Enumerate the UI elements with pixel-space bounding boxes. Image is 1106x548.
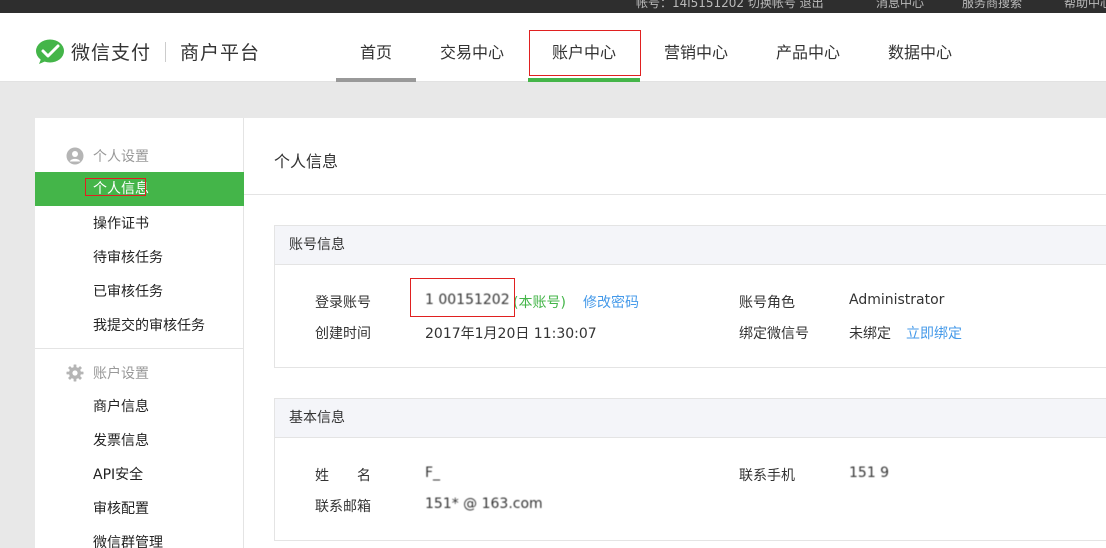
help-center-link[interactable]: 帮助中心 [1064, 0, 1106, 11]
sidebar-item-label: 已审核任务 [93, 284, 163, 300]
nav-account-center-label: 账户中心 [551, 43, 616, 62]
account-info-panel: 账号信息 登录账号 1 00151202 (本账号) 修改密码 账号角色 Adm… [274, 225, 1106, 368]
sidebar-group-account-label: 账户设置 [93, 366, 149, 382]
name-label: 姓 名 [315, 468, 371, 484]
nav-active-indicator [528, 78, 640, 82]
sidebar-item-wechat-group[interactable]: 微信群管理 [35, 526, 244, 548]
sidebar-item-invoice-info[interactable]: 发票信息 [35, 424, 244, 458]
brand-logo[interactable]: 微信支付 商户平台 [35, 38, 260, 65]
nav-account-center[interactable]: 账户中心 [528, 13, 640, 82]
created-time-value: 2017年1月20日 11:30:07 [425, 326, 597, 342]
this-account-tag: (本账号) [513, 295, 566, 311]
sidebar: 个人设置 个人信息 操作证书 待审核任务 已审核任务 我提交的审核任务 账户设置… [35, 118, 244, 548]
top-toolbar: 帐号：14l5151202 切换帐号 退出 消息中心 服务商搜索 帮助中心 [0, 0, 1106, 13]
sidebar-item-label: 商户信息 [93, 399, 149, 415]
gear-icon [66, 364, 84, 382]
brand-name: 微信支付 [71, 42, 152, 64]
sidebar-item-label: 审核配置 [93, 501, 149, 517]
sidebar-item-label: 微信群管理 [93, 535, 163, 548]
sidebar-item-label: API安全 [93, 467, 144, 483]
wechat-pay-logo-icon [36, 39, 64, 64]
sidebar-item-review-config[interactable]: 审核配置 [35, 492, 244, 526]
nav-trade-center-label: 交易中心 [439, 43, 504, 62]
sidebar-item-label: 发票信息 [93, 433, 149, 449]
phone-label: 联系手机 [739, 468, 795, 484]
nav-product-center-label: 产品中心 [775, 43, 840, 62]
login-account-value: 1 00151202 [425, 292, 510, 308]
sidebar-item-reviewed-tasks[interactable]: 已审核任务 [35, 275, 244, 309]
sidebar-group-account: 账户设置 [35, 358, 244, 388]
nav-home-label: 首页 [359, 43, 392, 62]
nav-marketing-center[interactable]: 营销中心 [652, 13, 740, 82]
created-time-label: 创建时间 [315, 326, 371, 342]
sidebar-item-label: 操作证书 [93, 216, 149, 232]
account-role-value: Administrator [849, 292, 945, 308]
sidebar-item-pending-tasks[interactable]: 待审核任务 [35, 241, 244, 275]
email-value: 151* @ 163.com [425, 496, 543, 512]
account-info-header: 账号信息 [275, 226, 1106, 265]
sidebar-item-merchant-info[interactable]: 商户信息 [35, 390, 244, 424]
account-role-label: 账号角色 [739, 295, 795, 311]
nav-data-center-label: 数据中心 [887, 43, 952, 62]
nav-data-center[interactable]: 数据中心 [876, 13, 964, 82]
sidebar-group-personal-label: 个人设置 [93, 149, 149, 165]
message-center-link[interactable]: 消息中心 [876, 0, 924, 11]
sidebar-item-certificate[interactable]: 操作证书 [35, 207, 244, 241]
account-switch-text[interactable]: 帐号：14l5151202 切换帐号 退出 [636, 0, 824, 11]
sidebar-item-my-submitted-tasks[interactable]: 我提交的审核任务 [35, 309, 244, 343]
user-circle-icon [66, 147, 84, 165]
sidebar-item-personal-info[interactable]: 个人信息 [35, 172, 244, 206]
login-account-label: 登录账号 [315, 295, 371, 311]
service-search-link[interactable]: 服务商搜索 [962, 0, 1022, 11]
change-password-link[interactable]: 修改密码 [583, 292, 639, 312]
nav-product-center[interactable]: 产品中心 [764, 13, 852, 82]
nav-home-indicator [336, 78, 416, 82]
main-content: 个人信息 账号信息 登录账号 1 00151202 (本账号) 修改密码 账号角… [244, 118, 1106, 548]
sidebar-group-personal: 个人设置 [35, 141, 244, 171]
bound-wechat-label: 绑定微信号 [739, 326, 809, 342]
platform-name: 商户平台 [180, 42, 261, 64]
page-title: 个人信息 [274, 152, 339, 171]
nav-trade-center[interactable]: 交易中心 [428, 13, 516, 82]
sidebar-item-api-security[interactable]: API安全 [35, 458, 244, 492]
sidebar-item-label: 待审核任务 [93, 250, 163, 266]
nav-home[interactable]: 首页 [336, 13, 416, 82]
basic-info-header: 基本信息 [275, 399, 1106, 438]
sidebar-item-label: 个人信息 [93, 181, 149, 197]
sidebar-divider [35, 348, 243, 349]
basic-info-panel: 基本信息 姓 名 F_ 联系手机 151 9 联系邮箱 151* @ 163.c… [274, 398, 1106, 541]
title-divider [244, 194, 1106, 195]
bound-wechat-value: 未绑定 [849, 326, 891, 342]
phone-value: 151 9 [849, 465, 890, 481]
email-label: 联系邮箱 [315, 499, 371, 515]
name-value: F_ [425, 465, 441, 481]
nav-marketing-center-label: 营销中心 [663, 43, 728, 62]
bind-now-link[interactable]: 立即绑定 [906, 323, 962, 343]
brand-divider [165, 41, 167, 62]
header: 微信支付 商户平台 首页 交易中心 账户中心 营销中心 产品中心 数据中心 [0, 13, 1106, 82]
sidebar-item-label: 我提交的审核任务 [93, 318, 205, 334]
